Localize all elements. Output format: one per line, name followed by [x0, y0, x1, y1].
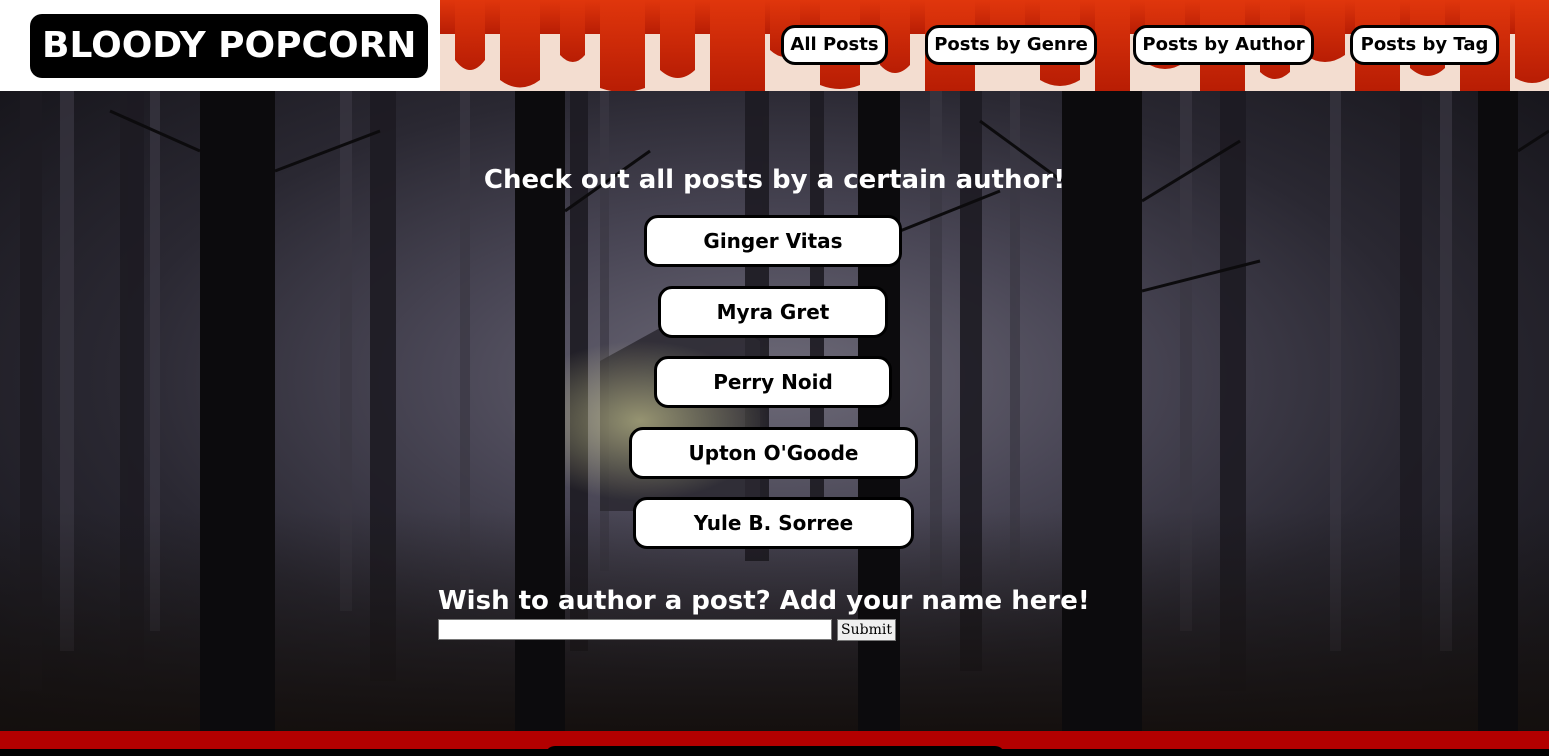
author-button-upton-ogoode[interactable]: Upton O'Goode: [629, 427, 918, 479]
add-author-prompt: Wish to author a post? Add your name her…: [438, 586, 1090, 616]
footer-tab: [545, 746, 1005, 756]
author-name-input[interactable]: [438, 619, 832, 640]
nav-posts-by-genre-button[interactable]: Posts by Genre: [925, 25, 1097, 65]
author-button-yule-b-sorree[interactable]: Yule B. Sorree: [633, 497, 914, 549]
author-button-perry-noid[interactable]: Perry Noid: [654, 356, 892, 408]
author-button-myra-gret[interactable]: Myra Gret: [658, 286, 888, 338]
main-content: Check out all posts by a certain author!…: [0, 91, 1549, 731]
nav-posts-by-tag-button[interactable]: Posts by Tag: [1350, 25, 1499, 65]
site-header: BLOODY POPCORN All Posts Posts by Genre …: [0, 0, 1549, 91]
submit-button[interactable]: Submit: [837, 619, 896, 641]
authors-heading: Check out all posts by a certain author!: [483, 165, 1066, 195]
author-button-ginger-vitas[interactable]: Ginger Vitas: [644, 215, 902, 267]
site-footer: [0, 731, 1549, 756]
nav-posts-by-author-button[interactable]: Posts by Author: [1133, 25, 1314, 65]
nav-all-posts-button[interactable]: All Posts: [781, 25, 888, 65]
site-logo[interactable]: BLOODY POPCORN: [30, 14, 429, 78]
